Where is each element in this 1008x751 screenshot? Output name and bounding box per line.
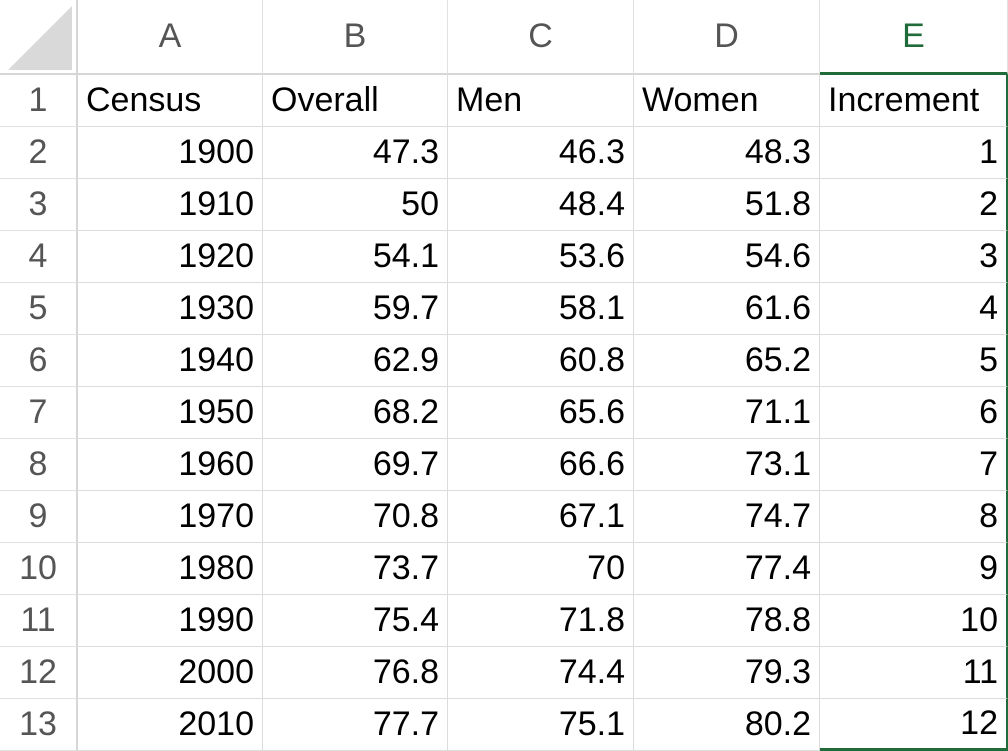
cell-d5[interactable]: 61.6 (634, 283, 820, 335)
select-all-triangle-icon (8, 6, 72, 70)
cell-e12[interactable]: 11 (820, 647, 1008, 699)
cell-e10[interactable]: 9 (820, 543, 1008, 595)
cell-b4[interactable]: 54.1 (263, 231, 448, 283)
cell-a4[interactable]: 1920 (78, 231, 263, 283)
cell-b1[interactable]: Overall (263, 75, 448, 127)
cell-b9[interactable]: 70.8 (263, 491, 448, 543)
select-all-corner[interactable] (0, 0, 78, 75)
cell-e2[interactable]: 1 (820, 127, 1008, 179)
cell-e9[interactable]: 8 (820, 491, 1008, 543)
row-header-13[interactable]: 13 (0, 699, 78, 751)
cell-a10[interactable]: 1980 (78, 543, 263, 595)
cell-b5[interactable]: 59.7 (263, 283, 448, 335)
row-header-4[interactable]: 4 (0, 231, 78, 283)
column-header-b[interactable]: B (263, 0, 448, 75)
cell-e3[interactable]: 2 (820, 179, 1008, 231)
cell-c8[interactable]: 66.6 (448, 439, 634, 491)
cell-d9[interactable]: 74.7 (634, 491, 820, 543)
row-header-12[interactable]: 12 (0, 647, 78, 699)
cell-e8[interactable]: 7 (820, 439, 1008, 491)
cell-a3[interactable]: 1910 (78, 179, 263, 231)
cell-d4[interactable]: 54.6 (634, 231, 820, 283)
cell-e7[interactable]: 6 (820, 387, 1008, 439)
cell-a11[interactable]: 1990 (78, 595, 263, 647)
cell-c5[interactable]: 58.1 (448, 283, 634, 335)
cell-d12[interactable]: 79.3 (634, 647, 820, 699)
row-header-10[interactable]: 10 (0, 543, 78, 595)
cell-e5[interactable]: 4 (820, 283, 1008, 335)
row-header-9[interactable]: 9 (0, 491, 78, 543)
cell-c9[interactable]: 67.1 (448, 491, 634, 543)
row-header-5[interactable]: 5 (0, 283, 78, 335)
cell-b13[interactable]: 77.7 (263, 699, 448, 751)
cell-d6[interactable]: 65.2 (634, 335, 820, 387)
cell-c1[interactable]: Men (448, 75, 634, 127)
cell-c12[interactable]: 74.4 (448, 647, 634, 699)
row-header-2[interactable]: 2 (0, 127, 78, 179)
row-header-6[interactable]: 6 (0, 335, 78, 387)
cell-d13[interactable]: 80.2 (634, 699, 820, 751)
cell-b12[interactable]: 76.8 (263, 647, 448, 699)
cell-c7[interactable]: 65.6 (448, 387, 634, 439)
column-header-c[interactable]: C (448, 0, 634, 75)
cell-b2[interactable]: 47.3 (263, 127, 448, 179)
cell-b10[interactable]: 73.7 (263, 543, 448, 595)
cell-d10[interactable]: 77.4 (634, 543, 820, 595)
cell-b11[interactable]: 75.4 (263, 595, 448, 647)
cell-a5[interactable]: 1930 (78, 283, 263, 335)
column-header-a[interactable]: A (78, 0, 263, 75)
cell-d8[interactable]: 73.1 (634, 439, 820, 491)
cell-d11[interactable]: 78.8 (634, 595, 820, 647)
column-header-e[interactable]: E (820, 0, 1008, 75)
cell-e6[interactable]: 5 (820, 335, 1008, 387)
cell-a1[interactable]: Census (78, 75, 263, 127)
cell-b8[interactable]: 69.7 (263, 439, 448, 491)
cell-a13[interactable]: 2010 (78, 699, 263, 751)
cell-a12[interactable]: 2000 (78, 647, 263, 699)
row-header-7[interactable]: 7 (0, 387, 78, 439)
cell-c10[interactable]: 70 (448, 543, 634, 595)
cell-c6[interactable]: 60.8 (448, 335, 634, 387)
cell-a7[interactable]: 1950 (78, 387, 263, 439)
cell-d7[interactable]: 71.1 (634, 387, 820, 439)
cell-c13[interactable]: 75.1 (448, 699, 634, 751)
cell-e4[interactable]: 3 (820, 231, 1008, 283)
cell-b6[interactable]: 62.9 (263, 335, 448, 387)
row-header-1[interactable]: 1 (0, 75, 78, 127)
cell-c4[interactable]: 53.6 (448, 231, 634, 283)
spreadsheet-grid: A B C D E 1 Census Overall Men Women Increment 2 190… (0, 0, 1008, 751)
cell-c11[interactable]: 71.8 (448, 595, 634, 647)
column-header-d[interactable]: D (634, 0, 820, 75)
cell-d3[interactable]: 51.8 (634, 179, 820, 231)
row-header-11[interactable]: 11 (0, 595, 78, 647)
cell-c3[interactable]: 48.4 (448, 179, 634, 231)
cell-b7[interactable]: 68.2 (263, 387, 448, 439)
cell-b3[interactable]: 50 (263, 179, 448, 231)
cell-e13[interactable]: 12 (820, 699, 1008, 751)
cell-c2[interactable]: 46.3 (448, 127, 634, 179)
cell-a6[interactable]: 1940 (78, 335, 263, 387)
cell-e1[interactable]: Increment (820, 75, 1008, 127)
cell-d2[interactable]: 48.3 (634, 127, 820, 179)
cell-a8[interactable]: 1960 (78, 439, 263, 491)
cell-e11[interactable]: 10 (820, 595, 1008, 647)
row-header-3[interactable]: 3 (0, 179, 78, 231)
cell-a9[interactable]: 1970 (78, 491, 263, 543)
row-header-8[interactable]: 8 (0, 439, 78, 491)
cell-d1[interactable]: Women (634, 75, 820, 127)
cell-a2[interactable]: 1900 (78, 127, 263, 179)
